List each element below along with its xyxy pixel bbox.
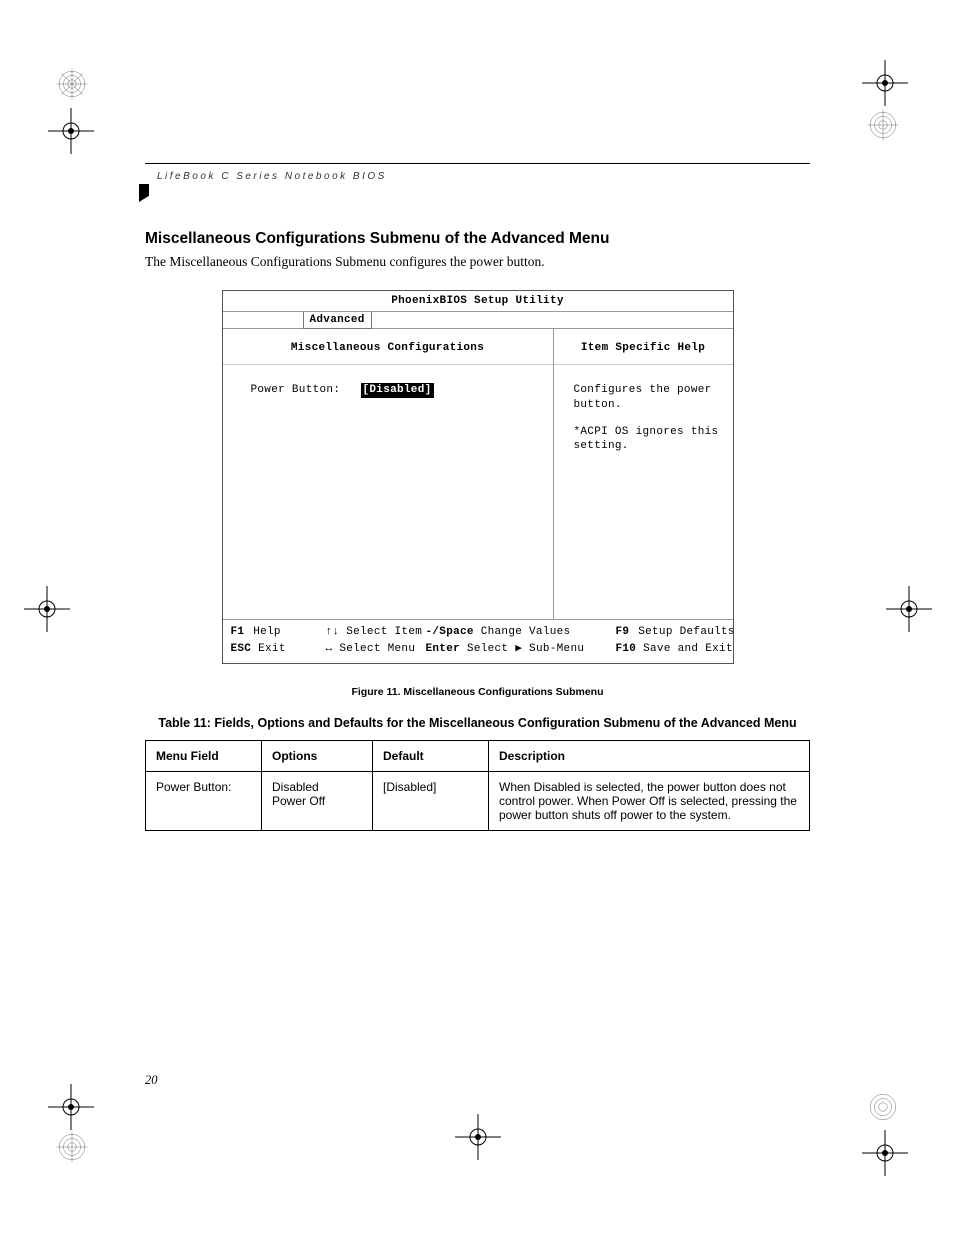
registration-mark-icon: [48, 1084, 94, 1130]
bios-field-value[interactable]: [Disabled]: [361, 383, 434, 398]
cell-desc: When Disabled is selected, the power but…: [489, 771, 810, 830]
bios-tab-row: Advanced: [223, 312, 733, 328]
key-updown: ↑↓: [326, 626, 340, 638]
bios-footer: F1 Help ↑↓ Select Item -/Space Change Va…: [223, 620, 733, 663]
key-f9: F9: [616, 626, 630, 638]
th-default: Default: [373, 740, 489, 771]
bios-left-pane: Miscellaneous Configurations Power Butto…: [223, 329, 554, 619]
spec-table: Menu Field Options Default Description P…: [145, 740, 810, 831]
cell-options: Disabled Power Off: [262, 771, 373, 830]
key-esc-label: Exit: [258, 643, 286, 655]
bios-right-heading: Item Specific Help: [554, 329, 733, 364]
page-number: 20: [145, 1073, 158, 1088]
table-header-row: Menu Field Options Default Description: [146, 740, 810, 771]
key-f10-label: Save and Exit: [643, 643, 733, 655]
key-enter-label: Select ▶ Sub-Menu: [467, 643, 584, 655]
registration-mark-icon: [862, 60, 908, 106]
key-f9-label: Setup Defaults: [638, 626, 735, 638]
th-menu-field: Menu Field: [146, 740, 262, 771]
bios-title: PhoenixBIOS Setup Utility: [223, 291, 733, 312]
th-description: Description: [489, 740, 810, 771]
key-f10: F10: [616, 643, 637, 655]
page-content: LifeBook C Series Notebook BIOS Miscella…: [145, 165, 810, 831]
registration-mark-icon: [886, 586, 932, 632]
th-options: Options: [262, 740, 373, 771]
key-change-label: Change Values: [481, 626, 571, 638]
cell-field: Power Button:: [146, 771, 262, 830]
cell-default: [Disabled]: [373, 771, 489, 830]
registration-mark-icon: [48, 108, 94, 154]
figure-caption: Figure 11. Miscellaneous Configurations …: [145, 686, 810, 698]
bios-field-power-button[interactable]: Power Button: [Disabled]: [251, 383, 543, 398]
bios-figure: PhoenixBIOS Setup Utility Advanced Misce…: [222, 290, 734, 664]
crop-rosette-icon: [866, 1090, 900, 1124]
header-rule: [145, 163, 810, 164]
key-f1: F1: [231, 626, 245, 638]
bios-help-line: Configures the power button.: [574, 383, 723, 413]
key-updown-label: Select Item: [346, 626, 422, 638]
section-heading: Miscellaneous Configurations Submenu of …: [145, 230, 810, 248]
table-title: Table 11: Fields, Options and Defaults f…: [145, 716, 810, 730]
intro-paragraph: The Miscellaneous Configurations Submenu…: [145, 254, 810, 270]
crop-rosette-icon: [866, 108, 900, 142]
crop-rosette-icon: [55, 67, 89, 101]
bios-field-label: Power Button:: [251, 383, 361, 398]
registration-mark-icon: [862, 1130, 908, 1176]
table-row: Power Button: Disabled Power Off [Disabl…: [146, 771, 810, 830]
key-esc: ESC: [231, 643, 252, 655]
registration-mark-icon: [24, 586, 70, 632]
crop-rosette-icon: [55, 1130, 89, 1164]
bios-left-heading: Miscellaneous Configurations: [223, 329, 553, 364]
running-header: LifeBook C Series Notebook BIOS: [157, 171, 810, 182]
registration-mark-icon: [455, 1114, 501, 1160]
key-f1-label: Help: [253, 626, 281, 638]
key-leftright: ↔: [326, 643, 333, 655]
bios-help-line: *ACPI OS ignores this setting.: [574, 425, 723, 455]
bios-help-pane: Item Specific Help Configures the power …: [554, 329, 733, 619]
bios-tab-advanced[interactable]: Advanced: [303, 312, 372, 329]
key-leftright-label: Select Menu: [339, 643, 415, 655]
key-change: -/Space: [426, 626, 474, 638]
key-enter: Enter: [426, 643, 461, 655]
